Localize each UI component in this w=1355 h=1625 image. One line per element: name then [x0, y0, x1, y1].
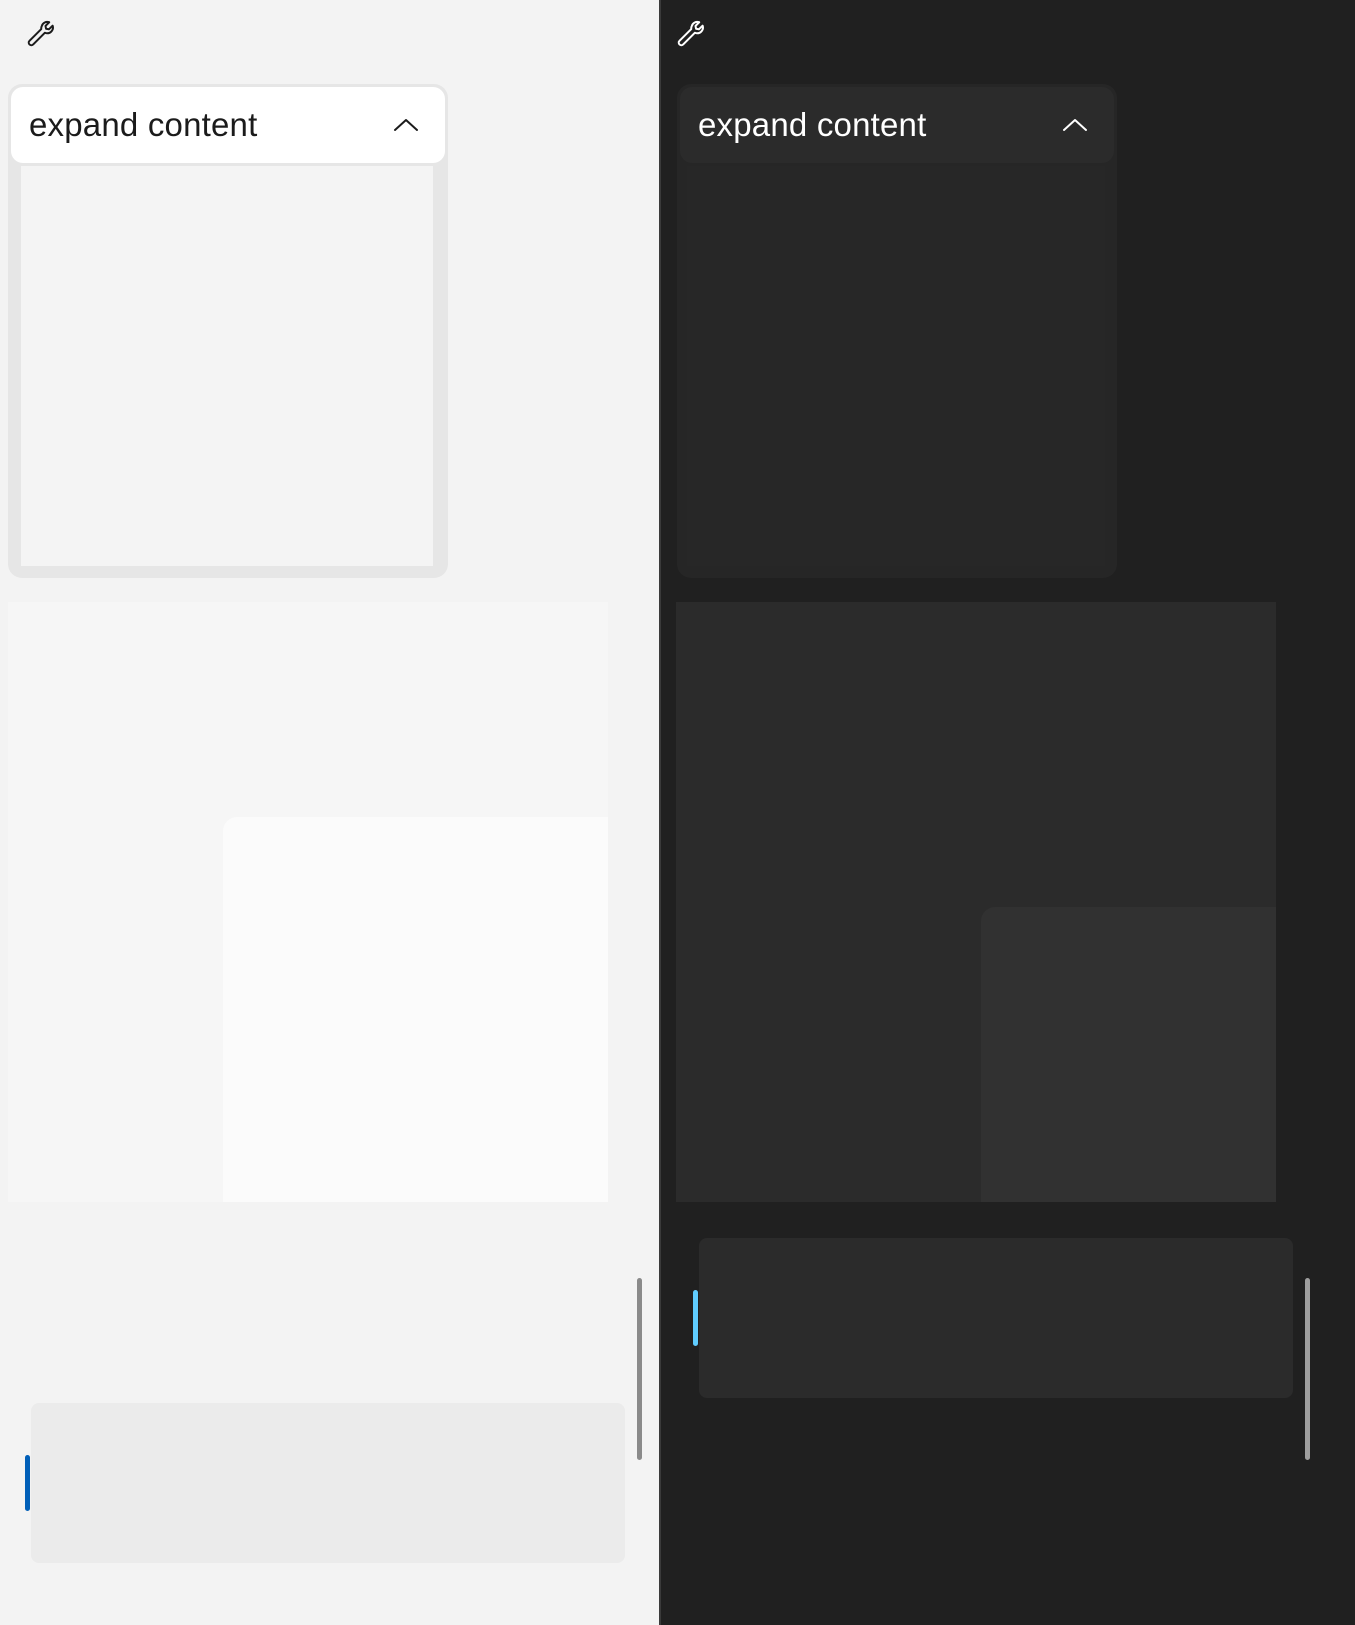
theme-comparison: expand content expand content	[0, 0, 1355, 1625]
dark-theme-panel: expand content	[661, 0, 1355, 1625]
canvas-card	[223, 817, 608, 1202]
scrollbar-thumb[interactable]	[637, 1278, 642, 1460]
content-card[interactable]	[31, 1403, 625, 1563]
chevron-up-icon	[1060, 115, 1090, 135]
expander-header[interactable]: expand content	[680, 87, 1114, 163]
canvas-area	[8, 602, 608, 1202]
wrench-button[interactable]	[18, 16, 58, 56]
expander-title: expand content	[29, 106, 258, 143]
canvas-area	[676, 602, 1276, 1202]
accent-indicator	[25, 1455, 30, 1511]
accent-indicator	[693, 1290, 698, 1346]
scrollbar-thumb[interactable]	[1305, 1278, 1310, 1460]
chevron-up-icon	[391, 115, 421, 135]
expander-content	[21, 166, 433, 566]
expander-content	[687, 166, 1105, 566]
expander-title: expand content	[698, 106, 927, 143]
expander-header[interactable]: expand content	[11, 87, 445, 163]
content-card[interactable]	[699, 1238, 1293, 1398]
wrench-icon	[21, 17, 55, 56]
wrench-button[interactable]	[668, 16, 708, 56]
canvas-card	[981, 907, 1276, 1202]
expander: expand content	[8, 84, 448, 578]
expander: expand content	[677, 84, 1117, 578]
wrench-icon	[671, 17, 705, 56]
light-theme-panel: expand content	[0, 0, 660, 1625]
